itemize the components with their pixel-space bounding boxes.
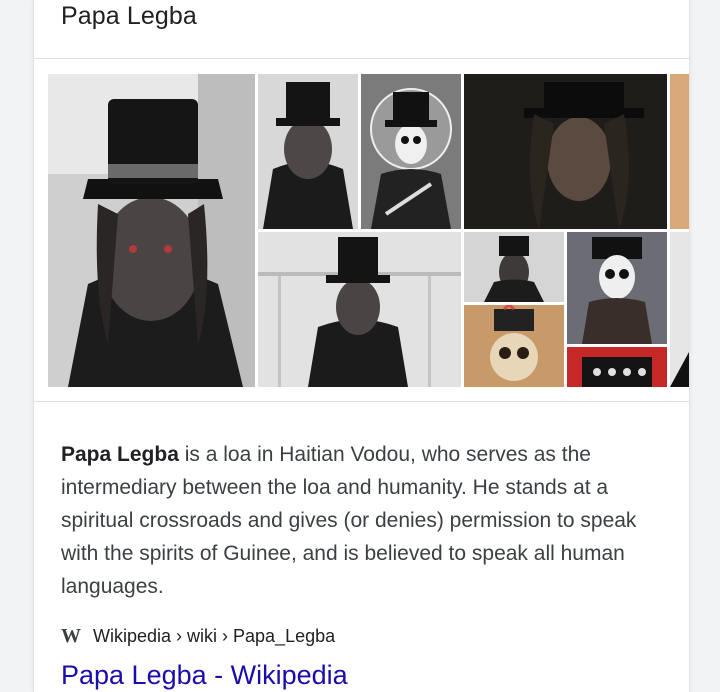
image-9[interactable] <box>464 305 564 387</box>
description-text: is a loa in Haitian Vodou, who serves as… <box>61 443 637 598</box>
image-4[interactable] <box>464 74 667 229</box>
image-6[interactable] <box>258 232 461 387</box>
image-3[interactable] <box>361 74 461 229</box>
source-line[interactable]: W Wikipedia › wiki › Papa_Legba <box>61 625 335 648</box>
image-11[interactable] <box>670 232 689 387</box>
image-8[interactable] <box>567 232 667 344</box>
knowledge-panel-card: Papa Legba Papa Legba is a loa in Haitia… <box>33 0 690 692</box>
gallery-divider <box>34 401 689 402</box>
source-breadcrumb: Wikipedia › wiki › Papa_Legba <box>93 626 336 646</box>
panel-title: Papa Legba <box>61 2 197 30</box>
image-7[interactable] <box>464 232 564 302</box>
description: Papa Legba is a loa in Haitian Vodou, wh… <box>61 438 661 603</box>
description-term: Papa Legba <box>61 443 179 466</box>
image-2[interactable] <box>258 74 358 229</box>
image-10[interactable] <box>567 347 667 387</box>
image-5[interactable] <box>670 74 689 229</box>
top-divider <box>34 58 689 59</box>
wikipedia-link[interactable]: Papa Legba - Wikipedia <box>61 660 348 691</box>
wikipedia-icon: W <box>61 625 81 647</box>
image-1[interactable] <box>48 74 255 387</box>
